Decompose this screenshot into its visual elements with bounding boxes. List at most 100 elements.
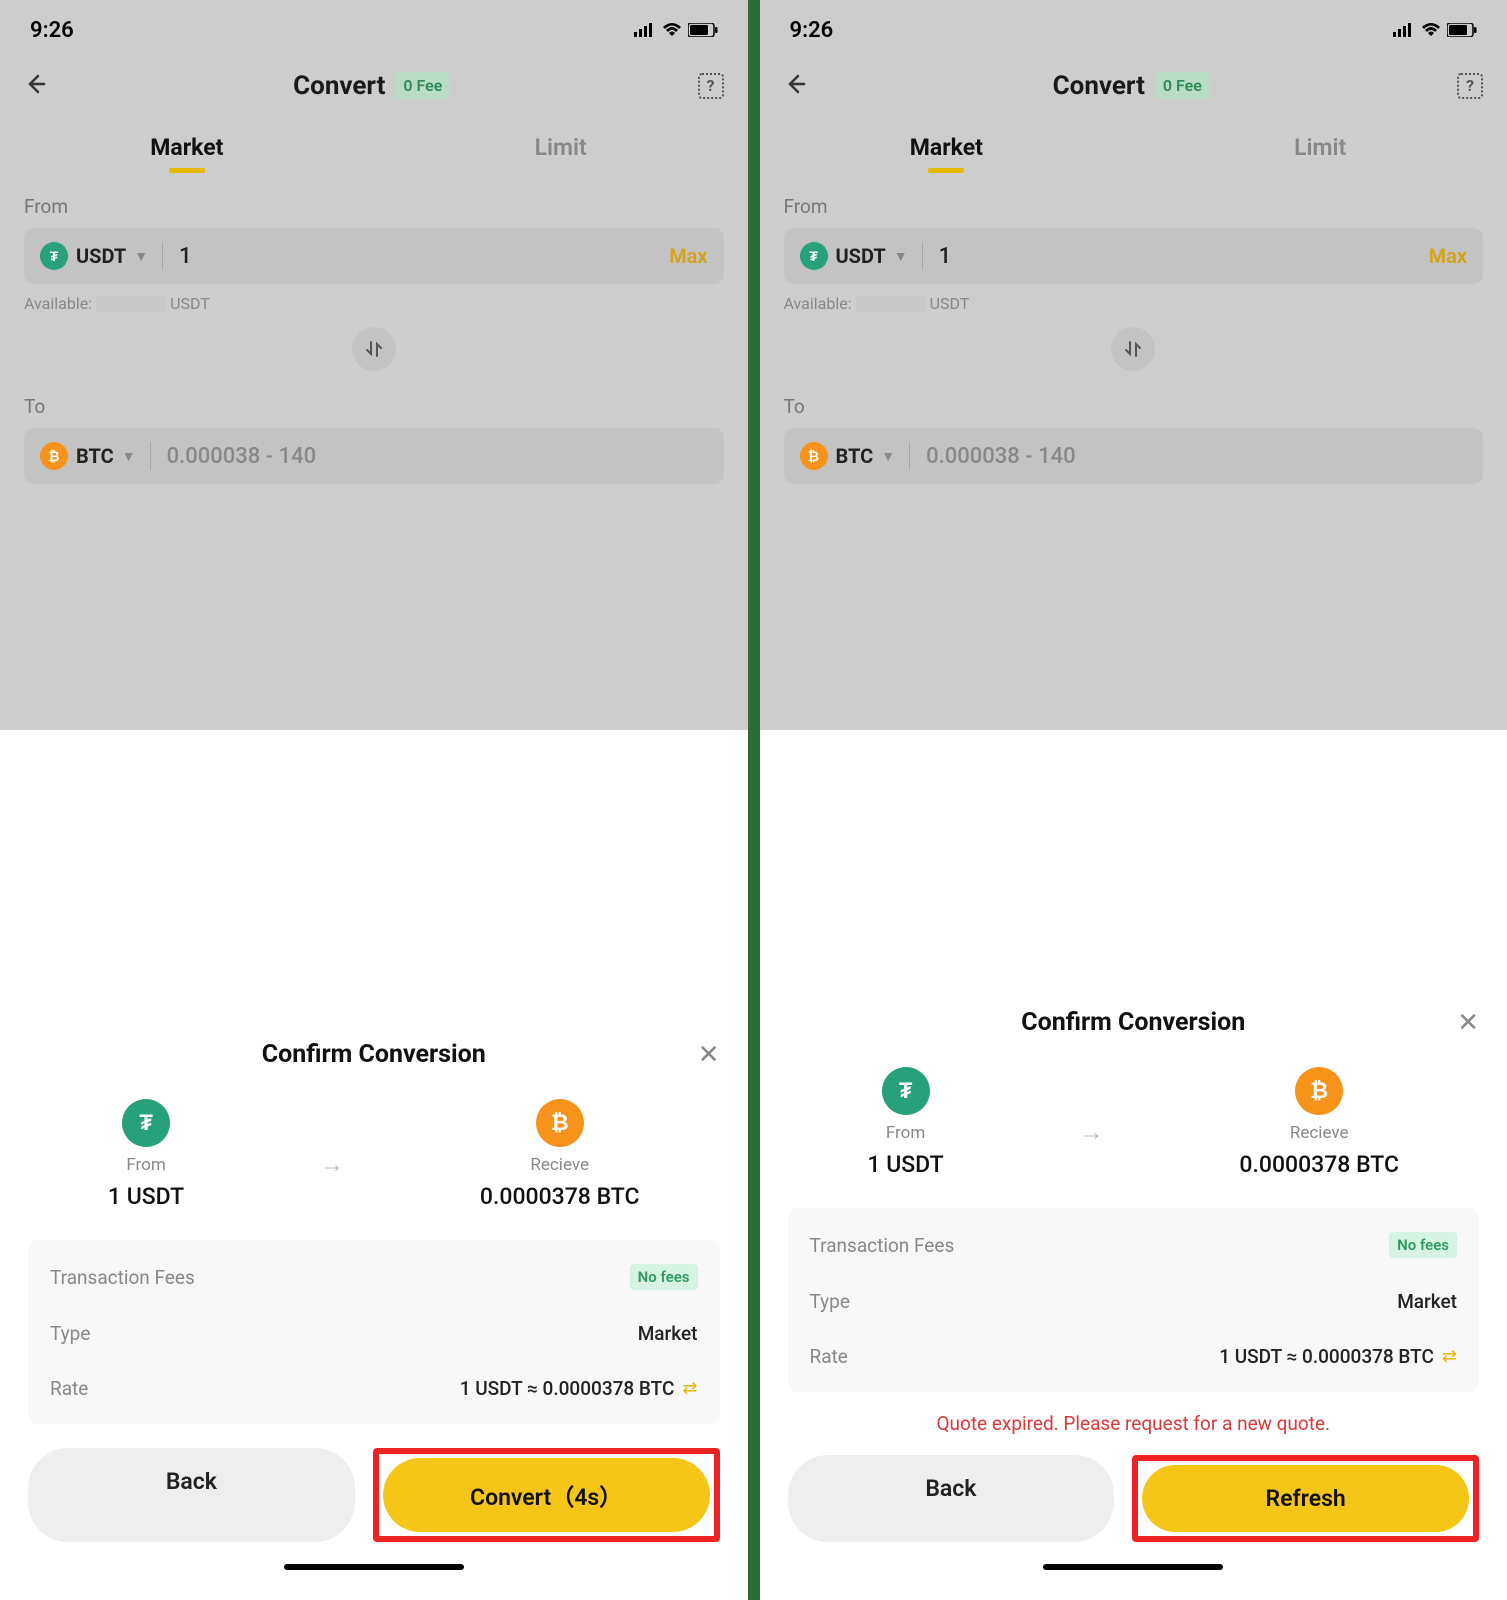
receive-label: Recieve (530, 1155, 589, 1175)
to-input-row: ₿ BTC ▼ 0.000038 - 140 (784, 428, 1484, 484)
fee-badge: 0 Fee (395, 72, 450, 99)
btc-icon: ₿ (1295, 1067, 1343, 1115)
page-title: Convert (293, 71, 385, 101)
available-suffix: USDT (170, 294, 210, 313)
btc-icon: ₿ (536, 1099, 584, 1147)
btc-icon: ₿ (40, 442, 68, 470)
conversion-from: ₮ From 1 USDT (867, 1067, 943, 1178)
from-amount-input[interactable]: 1 (923, 244, 1429, 269)
status-time: 9:26 (790, 18, 834, 43)
chevron-down-icon: ▼ (122, 448, 136, 465)
usdt-icon: ₮ (122, 1099, 170, 1147)
battery-icon (688, 18, 718, 43)
from-label: From (126, 1155, 165, 1175)
tab-limit[interactable]: Limit (1133, 124, 1507, 171)
to-amount-input[interactable]: 0.000038 - 140 (151, 444, 708, 469)
confirm-conversion-sheet: Confirm Conversion ✕ ₮ From 1 USDT → ₿ R… (760, 984, 1507, 1600)
tabs: Market Limit (0, 114, 748, 171)
swap-icon[interactable]: ⇄ (682, 1378, 697, 1399)
to-label: To (0, 371, 748, 428)
to-coin-name: BTC (836, 444, 874, 468)
nav-header: Convert 0 Fee ? (760, 51, 1507, 114)
back-arrow-icon[interactable] (24, 69, 46, 102)
receive-amount: 0.0000378 BTC (1239, 1151, 1399, 1178)
from-amount: 1 USDT (867, 1151, 943, 1178)
conversion-receive: ₿ Recieve 0.0000378 BTC (480, 1099, 640, 1210)
usdt-icon: ₮ (40, 242, 68, 270)
from-coin-name: USDT (76, 244, 126, 268)
battery-icon (1447, 18, 1477, 43)
home-indicator[interactable] (1043, 1564, 1223, 1570)
back-button[interactable]: Back (28, 1448, 355, 1542)
tab-market[interactable]: Market (0, 124, 374, 171)
swap-direction-button[interactable] (1111, 327, 1155, 371)
fees-label: Transaction Fees (810, 1234, 955, 1257)
to-coin-selector[interactable]: ₿ BTC ▼ (800, 442, 911, 470)
swap-direction-button[interactable] (352, 327, 396, 371)
max-button[interactable]: Max (669, 244, 707, 268)
chevron-down-icon: ▼ (894, 248, 908, 265)
to-input-row: ₿ BTC ▼ 0.000038 - 140 (24, 428, 724, 484)
highlight-annotation: Convert（4s） (373, 1448, 720, 1542)
page-title: Convert (1053, 71, 1145, 101)
available-amount-redacted (96, 296, 166, 312)
help-icon[interactable]: ? (698, 73, 724, 99)
rate-value: 1 USDT ≈ 0.0000378 BTC (1219, 1345, 1434, 1368)
highlight-annotation: Refresh (1132, 1455, 1479, 1542)
status-bar: 9:26 (760, 0, 1507, 51)
available-suffix: USDT (930, 294, 970, 313)
nav-header: Convert 0 Fee ? (0, 51, 748, 114)
wifi-icon (662, 18, 682, 43)
signal-icon (634, 18, 656, 43)
available-balance: Available: USDT (760, 284, 1507, 313)
tab-market[interactable]: Market (760, 124, 1134, 171)
from-label: From (760, 171, 1507, 228)
receive-amount: 0.0000378 BTC (480, 1183, 640, 1210)
rate-label: Rate (50, 1377, 88, 1400)
from-amount-input[interactable]: 1 (163, 244, 669, 269)
to-label: To (760, 371, 1507, 428)
rate-value: 1 USDT ≈ 0.0000378 BTC (460, 1377, 675, 1400)
fees-label: Transaction Fees (50, 1266, 195, 1289)
refresh-button[interactable]: Refresh (1142, 1465, 1469, 1532)
convert-button[interactable]: Convert（4s） (383, 1458, 710, 1532)
confirm-conversion-sheet: Confirm Conversion ✕ ₮ From 1 USDT → ₿ R… (0, 1016, 748, 1600)
back-arrow-icon[interactable] (784, 69, 806, 102)
max-button[interactable]: Max (1429, 244, 1467, 268)
from-input-row: ₮ USDT ▼ 1 Max (24, 228, 724, 284)
fees-value: No fees (1389, 1232, 1457, 1258)
conversion-details: Transaction Fees No fees Type Market Rat… (788, 1208, 1480, 1392)
usdt-icon: ₮ (882, 1067, 930, 1115)
signal-icon (1393, 18, 1415, 43)
back-button[interactable]: Back (788, 1455, 1115, 1542)
swap-icon[interactable]: ⇄ (1442, 1346, 1457, 1367)
type-value: Market (638, 1322, 698, 1345)
tabs: Market Limit (760, 114, 1507, 171)
type-label: Type (50, 1322, 90, 1345)
available-amount-redacted (856, 296, 926, 312)
chevron-down-icon: ▼ (134, 248, 148, 265)
from-coin-selector[interactable]: ₮ USDT ▼ (40, 242, 163, 270)
status-time: 9:26 (30, 18, 74, 43)
close-icon[interactable]: ✕ (1457, 1008, 1479, 1038)
from-label: From (886, 1123, 925, 1143)
wifi-icon (1421, 18, 1441, 43)
available-prefix: Available: (784, 294, 852, 313)
help-icon[interactable]: ? (1457, 73, 1483, 99)
btc-icon: ₿ (800, 442, 828, 470)
chevron-down-icon: ▼ (881, 448, 895, 465)
from-label: From (0, 171, 748, 228)
available-prefix: Available: (24, 294, 92, 313)
tab-limit[interactable]: Limit (374, 124, 748, 171)
close-icon[interactable]: ✕ (698, 1040, 720, 1070)
receive-label: Recieve (1290, 1123, 1349, 1143)
from-coin-selector[interactable]: ₮ USDT ▼ (800, 242, 923, 270)
home-indicator[interactable] (284, 1564, 464, 1570)
available-balance: Available: USDT (0, 284, 748, 313)
to-coin-selector[interactable]: ₿ BTC ▼ (40, 442, 151, 470)
sheet-title: Confirm Conversion (1021, 1008, 1245, 1037)
to-amount-input[interactable]: 0.000038 - 140 (910, 444, 1467, 469)
to-coin-name: BTC (76, 444, 114, 468)
fee-badge: 0 Fee (1155, 72, 1210, 99)
from-amount: 1 USDT (108, 1183, 184, 1210)
